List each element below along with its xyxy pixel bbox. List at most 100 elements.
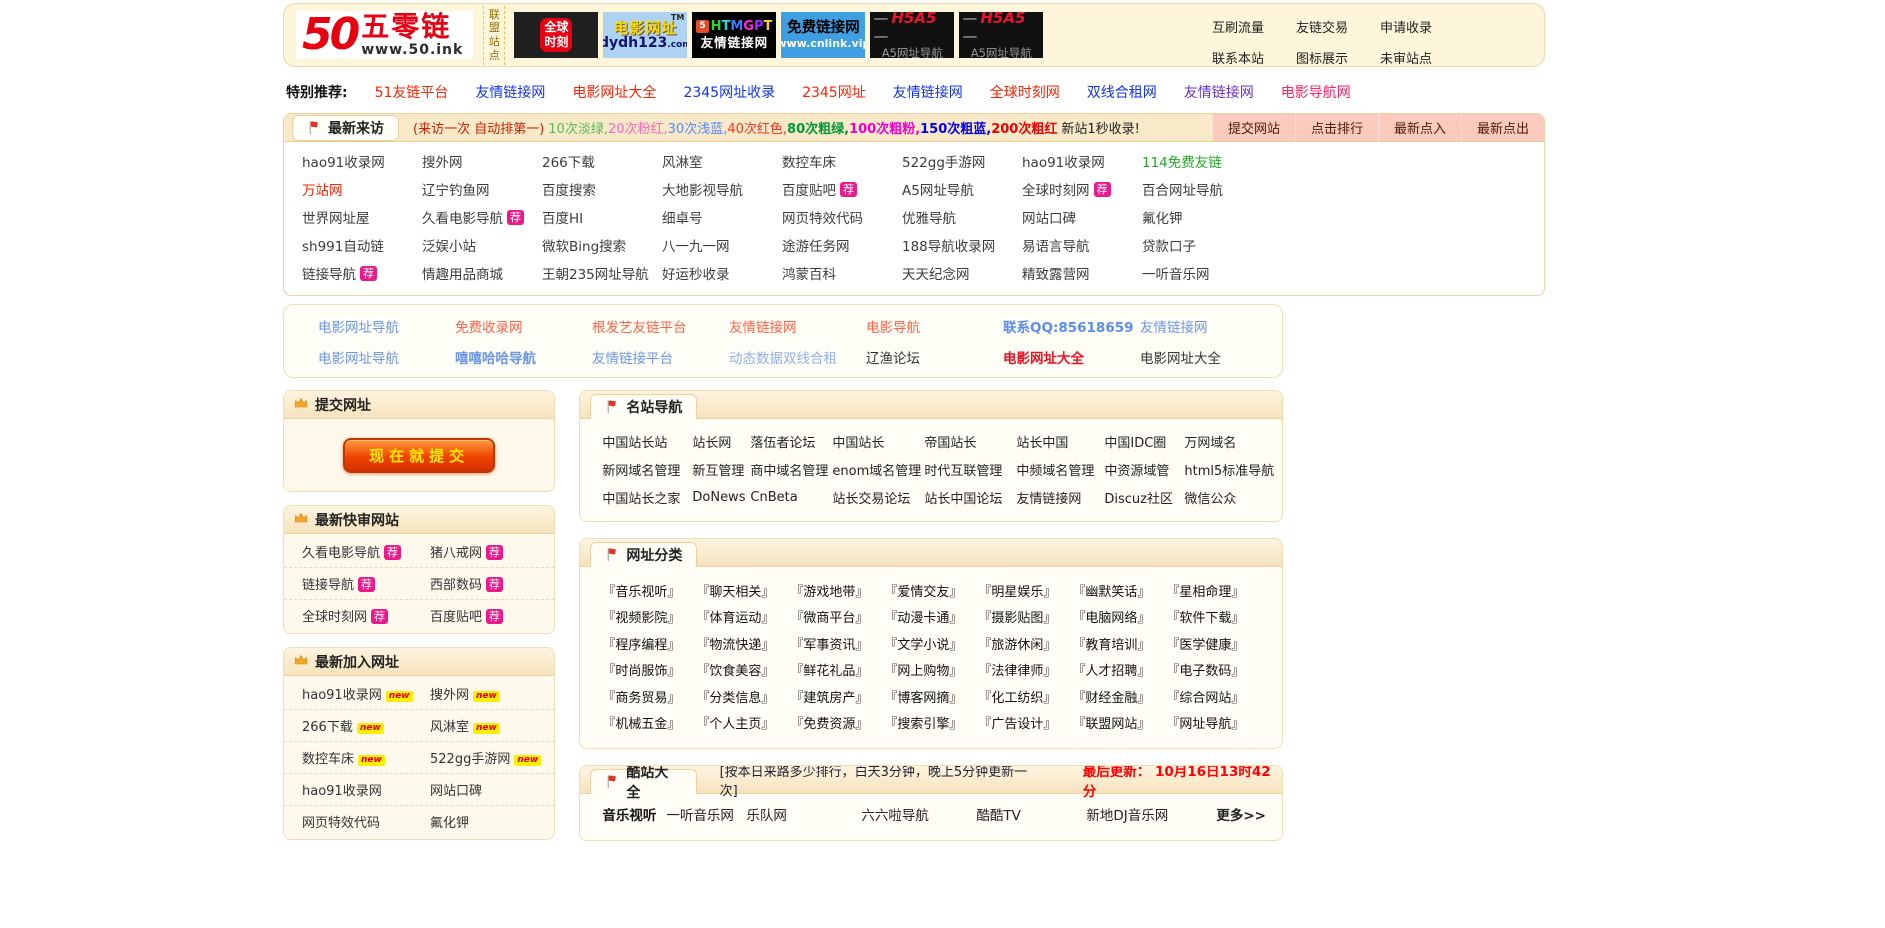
site-link[interactable]: 情趣用品商城 — [422, 259, 542, 287]
site-link[interactable]: 百度贴吧荐 — [430, 606, 554, 625]
famous-site-link[interactable]: 站长中国 — [1016, 427, 1104, 455]
site-link[interactable]: 易语言导航 — [1022, 231, 1142, 259]
famous-site-link[interactable]: 站长交易论坛 — [832, 483, 924, 511]
friend-link[interactable]: 辽渔论坛 — [866, 341, 1003, 372]
famous-site-link[interactable]: 中频域名管理 — [1016, 455, 1104, 483]
special-link[interactable]: 51友链平台 — [375, 82, 449, 102]
famous-site-link[interactable]: 落伍者论坛 — [750, 427, 832, 455]
category-link[interactable]: 『时尚服饰』 — [602, 657, 696, 684]
site-link[interactable]: 链接导航荐 — [302, 574, 430, 593]
category-link[interactable]: 『商务贸易』 — [602, 683, 696, 710]
site-link[interactable]: 114免费友链 — [1142, 147, 1262, 175]
friend-link[interactable]: 友情链接网 — [1140, 310, 1277, 341]
famous-site-link[interactable]: 帝国站长 — [924, 427, 1016, 455]
category-link[interactable]: 『音乐视听』 — [602, 577, 696, 604]
category-link[interactable]: 『网址导航』 — [1166, 710, 1260, 737]
category-link[interactable]: 『联盟网站』 — [1072, 710, 1166, 737]
category-link[interactable]: 『分类信息』 — [696, 683, 790, 710]
category-link[interactable]: 『综合网站』 — [1166, 683, 1260, 710]
category-link[interactable]: 『视频影院』 — [602, 604, 696, 631]
site-link[interactable]: 好运秒收录 — [662, 259, 782, 287]
header-nav-link[interactable]: 互刷流量 — [1212, 17, 1264, 36]
famous-site-link[interactable]: 商中域名管理 — [750, 455, 832, 483]
site-link[interactable]: 泛娱小站 — [422, 231, 542, 259]
friend-link[interactable]: 电影网址导航 — [318, 310, 455, 341]
cool-site-link[interactable]: 一听音乐网 — [666, 804, 746, 824]
category-link[interactable]: 『体育运动』 — [696, 604, 790, 631]
category-link[interactable]: 『鲜花礼品』 — [790, 657, 884, 684]
category-link[interactable]: 『免费资源』 — [790, 710, 884, 737]
site-link[interactable]: 精致露营网 — [1022, 259, 1142, 287]
site-link[interactable]: 百度贴吧荐 — [782, 175, 902, 203]
category-link[interactable]: 『聊天相关』 — [696, 577, 790, 604]
category-link[interactable]: 『机械五金』 — [602, 710, 696, 737]
cool-site-link[interactable]: 乐队网 — [746, 804, 861, 824]
site-link[interactable]: 鸿蒙百科 — [782, 259, 902, 287]
category-link[interactable]: 『网上购物』 — [884, 657, 978, 684]
site-link[interactable]: hao91收录网new — [302, 684, 430, 703]
famous-site-link[interactable]: Discuz社区 — [1104, 483, 1184, 511]
category-link[interactable]: 『物流快递』 — [696, 630, 790, 657]
category-link[interactable]: 『医学健康』 — [1166, 630, 1260, 657]
category-link[interactable]: 『广告设计』 — [978, 710, 1072, 737]
site-link[interactable]: 网页特效代码 — [302, 812, 430, 831]
friend-link[interactable]: 电影网址大全 — [1003, 341, 1140, 372]
special-link[interactable]: 全球时刻网 — [990, 82, 1060, 102]
site-link[interactable]: 全球时刻网荐 — [302, 606, 430, 625]
special-link[interactable]: 电影网址大全 — [572, 82, 656, 102]
category-link[interactable]: 『电脑网络』 — [1072, 604, 1166, 631]
category-link[interactable]: 『搜索引擎』 — [884, 710, 978, 737]
site-link[interactable]: 微软Bing搜索 — [542, 231, 662, 259]
site-link[interactable]: 风淋室 — [662, 147, 782, 175]
header-nav-link[interactable]: 申请收录 — [1380, 17, 1432, 36]
famous-site-link[interactable]: 中资源域管 — [1104, 455, 1184, 483]
cool-site-link[interactable]: 新地DJ音乐网 — [1086, 804, 1216, 824]
special-link[interactable]: 友情链接网 — [893, 82, 963, 102]
site-link[interactable]: 522gg手游网new — [430, 748, 554, 767]
category-link[interactable]: 『个人主页』 — [696, 710, 790, 737]
site-link[interactable]: hao91收录网 — [302, 147, 422, 175]
famous-site-link[interactable]: 新互管理 — [692, 455, 750, 483]
friend-link[interactable]: 电影网址大全 — [1140, 341, 1277, 372]
category-link[interactable]: 『电子数码』 — [1166, 657, 1260, 684]
site-link[interactable]: sh991自动链 — [302, 231, 422, 259]
famous-site-link[interactable]: 站长中国论坛 — [924, 483, 1016, 511]
visits-action-button[interactable]: 点击排行 — [1295, 114, 1378, 141]
friend-link[interactable]: 嘻嘻哈哈导航 — [455, 341, 592, 372]
category-link[interactable]: 『军事资讯』 — [790, 630, 884, 657]
visits-action-button[interactable]: 最新点入 — [1378, 114, 1461, 141]
category-link[interactable]: 『文学小说』 — [884, 630, 978, 657]
site-link[interactable]: 风淋室new — [430, 716, 554, 735]
site-link[interactable]: 一听音乐网 — [1142, 259, 1262, 287]
site-link[interactable]: 辽宁钓鱼网 — [422, 175, 542, 203]
category-link[interactable]: 『建筑房产』 — [790, 683, 884, 710]
site-link[interactable]: 万站网 — [302, 175, 422, 203]
category-link[interactable]: 『财经金融』 — [1072, 683, 1166, 710]
site-link[interactable]: 氟化钾 — [430, 812, 554, 831]
banner-quanqiushike[interactable]: 全球时刻 — [514, 12, 598, 58]
famous-site-link[interactable]: 站长网 — [692, 427, 750, 455]
category-link[interactable]: 『幽默笑话』 — [1072, 577, 1166, 604]
site-link[interactable]: 网站口碑 — [430, 780, 554, 799]
friend-link[interactable]: 友情链接网 — [729, 310, 866, 341]
category-link[interactable]: 『博客网摘』 — [884, 683, 978, 710]
famous-site-link[interactable]: 友情链接网 — [1016, 483, 1104, 511]
special-link[interactable]: 友情链接网 — [475, 82, 545, 102]
site-link[interactable]: 西部数码荐 — [430, 574, 554, 593]
banner-h5a5-1[interactable]: —H5A5— A5网址导航 — [870, 12, 954, 58]
famous-site-link[interactable]: html5标准导航 — [1184, 455, 1282, 483]
famous-site-link[interactable]: CnBeta — [750, 483, 832, 511]
submit-now-button[interactable]: 现在就提交 — [343, 438, 495, 473]
site-logo[interactable]: 50 五零链 www.50.ink — [296, 11, 473, 59]
site-link[interactable]: 链接导航荐 — [302, 259, 422, 287]
visits-action-button[interactable]: 提交网站 — [1212, 114, 1295, 141]
site-link[interactable]: hao91收录网 — [1022, 147, 1142, 175]
more-link[interactable]: 更多>> — [1216, 804, 1266, 824]
site-link[interactable]: 数控车床 — [782, 147, 902, 175]
category-link[interactable]: 『星相命理』 — [1166, 577, 1260, 604]
cool-site-link[interactable]: 酷酷TV — [976, 804, 1086, 824]
cool-site-link[interactable]: 六六啦导航 — [861, 804, 976, 824]
site-link[interactable]: 久看电影导航荐 — [302, 542, 430, 561]
site-link[interactable]: 贷款口子 — [1142, 231, 1262, 259]
banner-dianyingwangzhi[interactable]: TM 电影网址 dydh123.com — [603, 12, 687, 58]
